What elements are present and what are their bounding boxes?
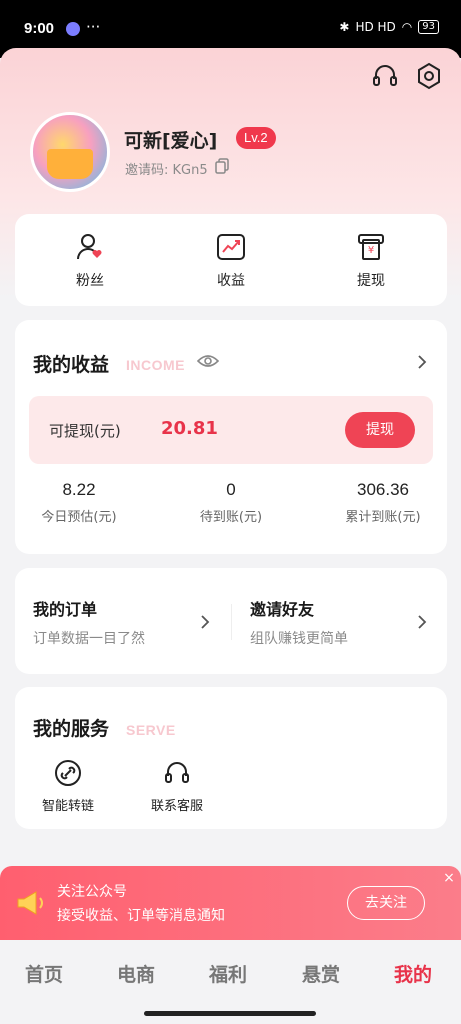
top-actions: [371, 62, 443, 90]
headset-icon[interactable]: [371, 62, 399, 90]
support-headset-icon: [163, 759, 191, 787]
quick-earnings-label: 收益: [217, 273, 245, 289]
svg-text:¥: ¥: [368, 245, 374, 256]
my-orders-entry[interactable]: 我的订单 订单数据一目了然: [33, 596, 145, 648]
income-title: 我的收益: [33, 354, 110, 376]
avatar-basket: [47, 149, 93, 179]
quick-fans[interactable]: 粉丝: [45, 232, 135, 290]
close-icon[interactable]: ×: [439, 868, 459, 888]
quick-withdraw-label: 提现: [357, 273, 385, 289]
quick-actions-card: 粉丝 收益 ¥ 提现: [15, 214, 447, 306]
invite-chevron-right-icon[interactable]: [415, 614, 429, 629]
quick-withdraw[interactable]: ¥ 提现: [326, 232, 416, 290]
invite-friends-title: 邀请好友: [250, 600, 315, 619]
services-title: 我的服务: [33, 718, 110, 740]
tab-bounty[interactable]: 悬赏: [302, 960, 340, 987]
withdraw-button[interactable]: 提现: [345, 412, 415, 448]
follow-button[interactable]: 去关注: [347, 886, 425, 920]
settings-gear-icon[interactable]: [415, 62, 443, 90]
tab-ecommerce[interactable]: 电商: [117, 960, 155, 987]
withdrawable-label: 可提现(元): [49, 422, 121, 440]
status-more: ···: [86, 18, 101, 36]
quick-earnings[interactable]: 收益: [186, 232, 276, 290]
status-time: 9:00: [24, 20, 55, 37]
orders-divider: [231, 604, 232, 640]
services-card: 我的服务 SERVE 智能转链 联系客服: [15, 687, 447, 829]
orders-card: 我的订单 订单数据一目了然 邀请好友 组队赚钱更简单: [15, 568, 447, 674]
income-card: 我的收益 INCOME 可提现(元) 20.81 提现 8.22 今日预估(元)…: [15, 320, 447, 554]
stat-pending-caption: 待到账(元): [199, 510, 263, 525]
level-badge: Lv.2: [236, 127, 276, 149]
home-indicator: [144, 1011, 316, 1016]
stat-pending-value: 0: [226, 480, 236, 499]
withdrawable-value: 20.81: [161, 418, 218, 439]
link-icon: [54, 759, 82, 787]
signal-text: HD HD: [355, 20, 396, 34]
invite-code: 邀请码: KGn5: [125, 162, 208, 178]
fans-icon: [75, 232, 105, 262]
withdrawable-box: 可提现(元) 20.81 提现: [29, 396, 433, 464]
stat-total-caption: 累计到账(元): [345, 510, 421, 525]
stat-today-caption: 今日预估(元): [41, 510, 117, 525]
eye-icon[interactable]: [196, 352, 220, 374]
follow-banner: 关注公众号 接受收益、订单等消息通知 去关注 ×: [0, 866, 461, 940]
megaphone-icon: [14, 888, 48, 918]
tab-welfare[interactable]: 福利: [209, 960, 247, 987]
battery-level: 93: [418, 20, 439, 34]
avatar[interactable]: [30, 112, 110, 192]
my-orders-subtitle: 订单数据一目了然: [33, 631, 145, 647]
wifi-icon: ◠: [401, 20, 413, 34]
app-notification-icon: [66, 22, 80, 36]
banner-title: 关注公众号: [57, 884, 127, 900]
invite-friends-entry[interactable]: 邀请好友 组队赚钱更简单: [250, 596, 348, 648]
stat-today: 8.22 今日预估(元): [29, 480, 129, 525]
income-subtitle: INCOME: [126, 357, 185, 373]
bluetooth-icon: ✱: [339, 20, 350, 34]
service-customer-support-label: 联系客服: [150, 799, 203, 814]
earnings-icon: [216, 232, 246, 262]
orders-chevron-right-icon[interactable]: [198, 614, 212, 629]
stat-pending: 0 待到账(元): [181, 480, 281, 525]
invite-code-row: 邀请码: KGn5: [125, 158, 230, 178]
stat-today-value: 8.22: [62, 480, 96, 499]
tab-home[interactable]: 首页: [25, 960, 63, 987]
service-smart-link-label: 智能转链: [41, 799, 94, 814]
service-customer-support[interactable]: 联系客服: [132, 759, 222, 814]
my-orders-title: 我的订单: [33, 600, 98, 619]
copy-icon[interactable]: [214, 158, 230, 178]
income-chevron-right-icon[interactable]: [415, 354, 429, 369]
invite-friends-subtitle: 组队赚钱更简单: [250, 631, 348, 647]
banner-desc: 接受收益、订单等消息通知: [57, 908, 225, 924]
tab-mine[interactable]: 我的: [394, 960, 432, 987]
quick-fans-label: 粉丝: [76, 273, 104, 289]
stat-total-value: 306.36: [357, 480, 409, 499]
withdraw-icon: ¥: [356, 232, 386, 262]
services-subtitle: SERVE: [126, 722, 176, 738]
status-right: ✱ HD HD ◠ 93: [339, 20, 439, 34]
service-smart-link[interactable]: 智能转链: [23, 759, 113, 814]
username: 可新[爱心]: [124, 130, 218, 152]
stat-total: 306.36 累计到账(元): [333, 480, 433, 525]
